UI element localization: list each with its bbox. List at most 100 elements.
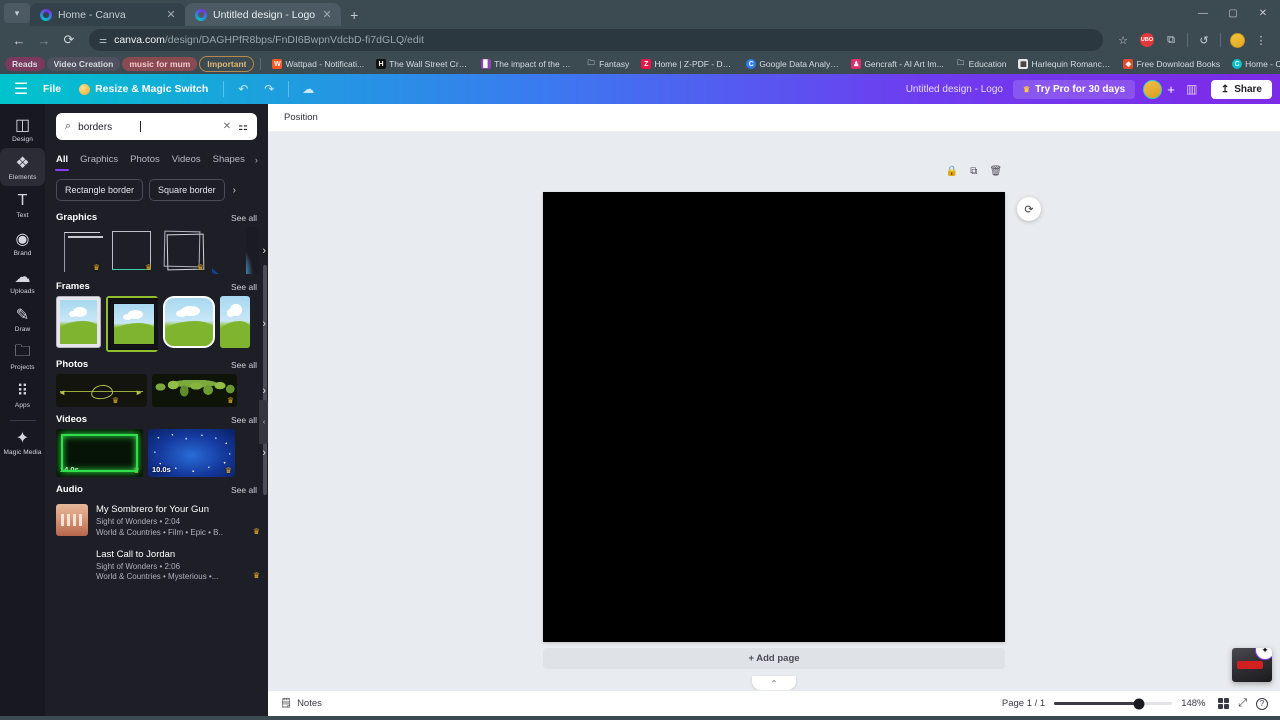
frame-thumbnail[interactable] bbox=[163, 296, 215, 348]
magic-keyboard-widget[interactable]: ✦ bbox=[1232, 648, 1272, 682]
add-page-button[interactable]: + Add page bbox=[543, 647, 1005, 670]
redo-icon[interactable]: ↷ bbox=[256, 78, 282, 100]
tab-close-icon[interactable]: ✕ bbox=[321, 8, 333, 21]
graphic-thumbnail[interactable]: ♛ bbox=[160, 227, 207, 274]
zoom-slider[interactable] bbox=[1054, 698, 1173, 709]
tab-close-icon[interactable]: ✕ bbox=[165, 8, 177, 21]
tabs-next-icon[interactable]: › bbox=[255, 155, 258, 165]
chips-next-icon[interactable]: › bbox=[231, 185, 236, 196]
browser-tab-design[interactable]: Untitled design - Logo ✕ bbox=[185, 3, 342, 26]
bookmark-item[interactable]: Video Creation bbox=[46, 57, 121, 71]
delete-icon[interactable]: 🗑 bbox=[989, 166, 1002, 177]
panel-scrollbar[interactable] bbox=[263, 265, 267, 495]
insights-icon[interactable]: ▥ bbox=[1179, 78, 1205, 100]
bookmark-item[interactable]: ▊ The impact of the D... bbox=[476, 57, 579, 71]
bookmark-item[interactable]: music for mum bbox=[122, 57, 198, 71]
bookmark-star-icon[interactable]: ☆ bbox=[1112, 29, 1134, 51]
minimize-icon[interactable]: — bbox=[1188, 0, 1218, 26]
home-menu-icon[interactable]: ☰ bbox=[8, 78, 34, 100]
tab-shapes[interactable]: Shapes bbox=[213, 149, 245, 171]
address-bar[interactable]: ⚌ canva.com/design/DAGHPfR8bps/FnDI6Bwpn… bbox=[89, 29, 1103, 51]
sidebar-item-magic-media[interactable]: ✦ Magic Media bbox=[0, 423, 45, 461]
document-title[interactable]: Untitled design - Logo bbox=[906, 84, 1003, 95]
bookmark-item[interactable]: H The Wall Street Cras... bbox=[371, 57, 474, 71]
extensions-icon[interactable]: ⧉ bbox=[1160, 29, 1182, 51]
see-all-frames[interactable]: See all bbox=[231, 282, 257, 292]
search-input[interactable]: ⌕ borders ✕ ⚏ bbox=[56, 113, 257, 140]
bookmark-item[interactable]: C Google Data Analyti... bbox=[741, 57, 844, 71]
sidebar-item-draw[interactable]: ✎ Draw bbox=[0, 300, 45, 338]
bookmark-item[interactable]: W Wattpad - Notificati... bbox=[267, 57, 369, 71]
collapse-pages-pill[interactable]: ⌃ bbox=[752, 676, 796, 690]
photo-thumbnail[interactable]: ♛ bbox=[152, 374, 237, 407]
help-icon[interactable]: ? bbox=[1256, 697, 1268, 710]
try-pro-button[interactable]: ♛ Try Pro for 30 days bbox=[1013, 79, 1136, 99]
sidebar-item-brand[interactable]: ◉ Brand bbox=[0, 224, 45, 262]
grid-view-icon[interactable] bbox=[1218, 698, 1230, 709]
graphic-thumbnail[interactable] bbox=[212, 227, 259, 274]
duplicate-icon[interactable]: ⧉ bbox=[970, 166, 977, 177]
row-next-icon[interactable]: › bbox=[262, 245, 266, 257]
bookmark-item[interactable]: ▦ Harlequin Romance... bbox=[1013, 57, 1116, 71]
row-next-icon[interactable]: › bbox=[262, 318, 266, 330]
bookmark-folder[interactable]: 🗀 Education bbox=[951, 57, 1012, 71]
bookmark-item[interactable]: ♟ Gencraft - AI Art Im... bbox=[846, 57, 948, 71]
browser-menu-icon[interactable]: ⋮ bbox=[1250, 29, 1272, 51]
graphic-thumbnail[interactable]: ♛ bbox=[56, 227, 103, 274]
undo-icon[interactable]: ↶ bbox=[230, 78, 256, 100]
graphic-thumbnail[interactable]: ♛ bbox=[108, 227, 155, 274]
site-settings-icon[interactable]: ⚌ bbox=[99, 35, 107, 46]
filter-icon[interactable]: ⚏ bbox=[238, 120, 248, 133]
resize-magic-switch-button[interactable]: Resize & Magic Switch bbox=[70, 79, 217, 99]
tab-photos[interactable]: Photos bbox=[130, 149, 160, 171]
back-icon[interactable]: ← bbox=[8, 29, 30, 51]
bookmark-item[interactable]: Important bbox=[199, 56, 255, 72]
zoom-slider-knob[interactable] bbox=[1133, 698, 1145, 709]
sidebar-item-projects[interactable]: 🗀 Projects bbox=[0, 338, 45, 376]
lock-icon[interactable]: 🔒 bbox=[946, 166, 958, 177]
frame-thumbnail[interactable] bbox=[220, 296, 250, 348]
user-avatar[interactable] bbox=[1143, 79, 1163, 99]
sidebar-item-elements[interactable]: ❖ Elements bbox=[0, 148, 45, 186]
tab-videos[interactable]: Videos bbox=[172, 149, 201, 171]
cloud-save-icon[interactable]: ☁ bbox=[295, 78, 321, 100]
tab-search-button[interactable]: ▾ bbox=[4, 3, 30, 23]
clear-search-icon[interactable]: ✕ bbox=[223, 121, 231, 132]
collapse-panel-handle[interactable]: ‹ bbox=[259, 400, 268, 444]
see-all-audio[interactable]: See all bbox=[231, 485, 257, 495]
bookmark-item[interactable]: Z Home | Z-PDF - Do... bbox=[636, 57, 739, 71]
history-icon[interactable]: ↺ bbox=[1193, 29, 1215, 51]
sidebar-item-apps[interactable]: ⠿ Apps bbox=[0, 376, 45, 414]
bookmark-item[interactable]: ◆ Free Download Books bbox=[1118, 57, 1225, 71]
tab-graphics[interactable]: Graphics bbox=[80, 149, 118, 171]
chip-rectangle-border[interactable]: Rectangle border bbox=[56, 179, 144, 201]
notes-button[interactable]: 🗒 Notes bbox=[280, 698, 322, 709]
frame-thumbnail[interactable] bbox=[106, 296, 158, 352]
see-all-videos[interactable]: See all bbox=[231, 415, 257, 425]
see-all-photos[interactable]: See all bbox=[231, 360, 257, 370]
sidebar-item-text[interactable]: T Text bbox=[0, 186, 45, 224]
invite-members-icon[interactable]: + bbox=[1167, 82, 1175, 97]
maximize-icon[interactable]: ▢ bbox=[1218, 0, 1248, 26]
forward-icon[interactable]: → bbox=[33, 29, 55, 51]
tab-all[interactable]: All bbox=[54, 149, 70, 171]
browser-tab-home[interactable]: Home - Canva ✕ bbox=[30, 3, 185, 26]
bookmark-folder[interactable]: 🗀 Fantasy bbox=[581, 57, 634, 71]
row-next-icon[interactable]: › bbox=[262, 447, 266, 459]
share-button[interactable]: ↥ Share bbox=[1210, 79, 1272, 99]
fullscreen-icon[interactable]: ⤢ bbox=[1238, 697, 1247, 710]
rotate-icon[interactable]: ⟳ bbox=[1017, 197, 1041, 221]
new-tab-button[interactable]: + bbox=[341, 3, 367, 26]
audio-list-item[interactable]: Last Call to Jordan Sight of Wonders • 2… bbox=[45, 544, 268, 589]
panel-results[interactable]: Graphics See all ♛ ♛ ♛ › Frames See all … bbox=[45, 205, 268, 716]
audio-list-item[interactable]: My Sombrero for Your Gun Sight of Wonder… bbox=[45, 499, 268, 544]
bookmark-item[interactable]: C Home - Canva bbox=[1227, 57, 1280, 71]
reload-icon[interactable]: ⟳ bbox=[58, 29, 80, 51]
video-thumbnail[interactable]: 10.0s ♛ bbox=[148, 429, 235, 477]
close-window-icon[interactable]: ✕ bbox=[1248, 0, 1278, 26]
sidebar-item-design[interactable]: ◫ Design bbox=[0, 110, 45, 148]
position-button[interactable]: Position bbox=[284, 112, 318, 123]
video-thumbnail[interactable]: 14.0s ♛ bbox=[56, 429, 143, 477]
row-next-icon[interactable]: › bbox=[262, 385, 266, 397]
bookmark-item[interactable]: Reads bbox=[5, 57, 45, 71]
